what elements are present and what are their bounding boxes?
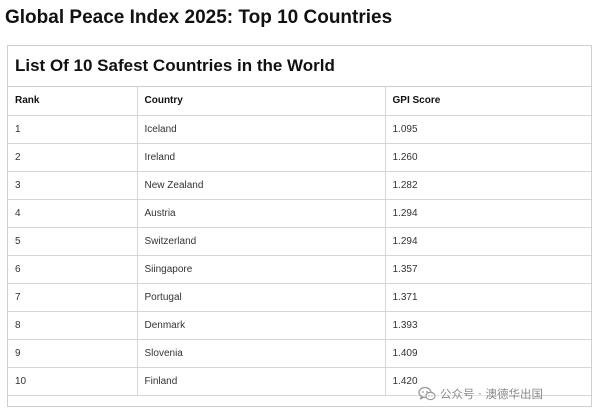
rank-cell: 1: [8, 115, 138, 144]
table-row: 3 New Zealand 1.282: [8, 171, 591, 200]
rank-cell: 2: [8, 143, 138, 172]
table-row: 5 Switzerland 1.294: [8, 227, 591, 256]
gpi-score-cell: 1.282: [385, 171, 591, 200]
table-row: 9 Slovenia 1.409: [8, 339, 591, 368]
table-row: 1 Iceland 1.095: [8, 115, 591, 144]
country-cell: Portugal: [137, 283, 386, 312]
page-title: Global Peace Index 2025: Top 10 Countrie…: [5, 7, 393, 28]
ranking-table: Rank Country GPI Score 1 Iceland 1.095 2…: [8, 87, 591, 396]
rank-cell: 6: [8, 255, 138, 284]
country-cell: Iceland: [137, 115, 386, 144]
country-cell: Austria: [137, 199, 386, 228]
gpi-score-cell: 1.393: [385, 311, 591, 340]
rank-cell: 10: [8, 367, 138, 396]
rank-cell: 4: [8, 199, 138, 228]
country-cell: New Zealand: [137, 171, 386, 200]
country-cell: Siingapore: [137, 255, 386, 284]
gpi-score-cell: 1.409: [385, 339, 591, 368]
rank-cell: 5: [8, 227, 138, 256]
rank-cell: 9: [8, 339, 138, 368]
rank-cell: 3: [8, 171, 138, 200]
gpi-score-cell: 1.371: [385, 283, 591, 312]
table-row: 2 Ireland 1.260: [8, 143, 591, 172]
country-cell: Switzerland: [137, 227, 386, 256]
header-row: Rank Country GPI Score: [8, 87, 591, 116]
gpi-score-cell: 1.095: [385, 115, 591, 144]
rank-cell: 7: [8, 283, 138, 312]
gpi-score-cell: 1.294: [385, 199, 591, 228]
gpi-score-cell: 1.357: [385, 255, 591, 284]
safest-countries-table: List Of 10 Safest Countries in the World…: [7, 45, 592, 407]
watermark-text: 公众号 · 澳德华出国: [440, 387, 543, 401]
watermark: 公众号 · 澳德华出国: [418, 383, 543, 405]
column-header-gpi-score: GPI Score: [385, 87, 591, 116]
table-caption: List Of 10 Safest Countries in the World: [8, 46, 591, 87]
country-cell: Finland: [137, 367, 386, 396]
country-cell: Denmark: [137, 311, 386, 340]
column-header-rank: Rank: [8, 87, 138, 116]
gpi-score-cell: 1.260: [385, 143, 591, 172]
column-header-country: Country: [137, 87, 386, 116]
table-row: 7 Portugal 1.371: [8, 283, 591, 312]
table-row: 6 Siingapore 1.357: [8, 255, 591, 284]
country-cell: Ireland: [137, 143, 386, 172]
wechat-icon: [418, 386, 436, 402]
table-row: 8 Denmark 1.393: [8, 311, 591, 340]
table-row: 4 Austria 1.294: [8, 199, 591, 228]
gpi-score-cell: 1.294: [385, 227, 591, 256]
rank-cell: 8: [8, 311, 138, 340]
country-cell: Slovenia: [137, 339, 386, 368]
